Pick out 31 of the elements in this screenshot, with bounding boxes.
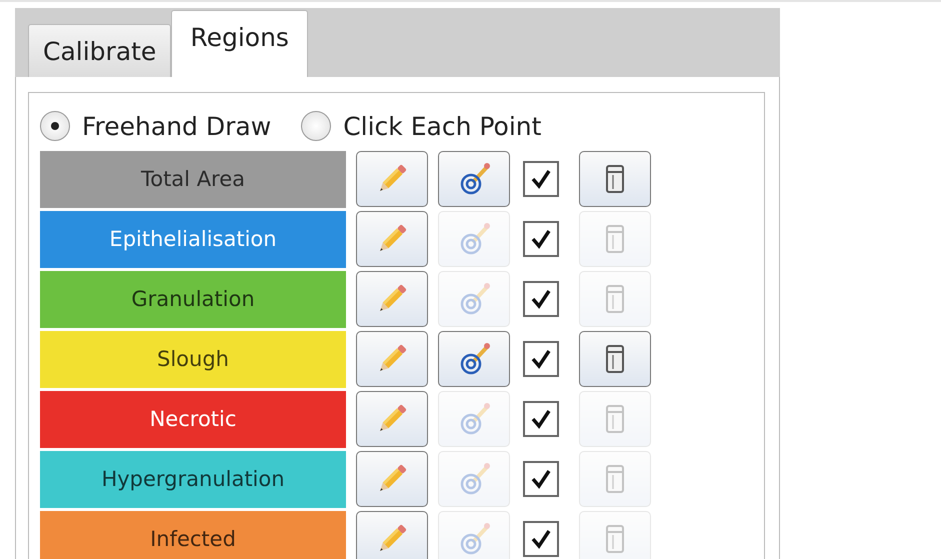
region-label[interactable]: Epithelialisation bbox=[40, 210, 346, 268]
checkbox[interactable] bbox=[523, 281, 559, 317]
draw-button[interactable] bbox=[356, 271, 428, 327]
checkbox[interactable] bbox=[523, 401, 559, 437]
radio-button[interactable] bbox=[301, 111, 332, 141]
radio-label: Click Each Point bbox=[343, 112, 542, 140]
bin-button[interactable] bbox=[579, 151, 651, 207]
tab[interactable]: Regions bbox=[171, 10, 308, 77]
region-label[interactable]: Hypergranulation bbox=[40, 450, 346, 508]
checkbox[interactable] bbox=[523, 161, 559, 197]
draw-button[interactable] bbox=[356, 511, 428, 559]
region-label[interactable]: Total Area bbox=[40, 150, 346, 208]
region-label[interactable]: Necrotic bbox=[40, 390, 346, 448]
region-label[interactable]: Infected bbox=[40, 510, 346, 559]
point-button[interactable] bbox=[438, 331, 510, 387]
point-button[interactable] bbox=[438, 151, 510, 207]
draw-button[interactable] bbox=[356, 151, 428, 207]
draw-button[interactable] bbox=[356, 211, 428, 267]
checkbox[interactable] bbox=[523, 221, 559, 257]
region-label[interactable]: Granulation bbox=[40, 270, 346, 328]
region-label[interactable]: Slough bbox=[40, 330, 346, 388]
checkbox[interactable] bbox=[523, 461, 559, 497]
draw-button[interactable] bbox=[356, 331, 428, 387]
checkbox[interactable] bbox=[523, 521, 559, 557]
draw-button[interactable] bbox=[356, 391, 428, 447]
radio-button[interactable] bbox=[40, 111, 70, 141]
radio-label: Freehand Draw bbox=[82, 112, 272, 140]
checkbox[interactable] bbox=[523, 341, 559, 377]
tab[interactable]: Calibrate bbox=[28, 24, 172, 77]
bin-button[interactable] bbox=[579, 331, 651, 387]
draw-button[interactable] bbox=[356, 451, 428, 507]
